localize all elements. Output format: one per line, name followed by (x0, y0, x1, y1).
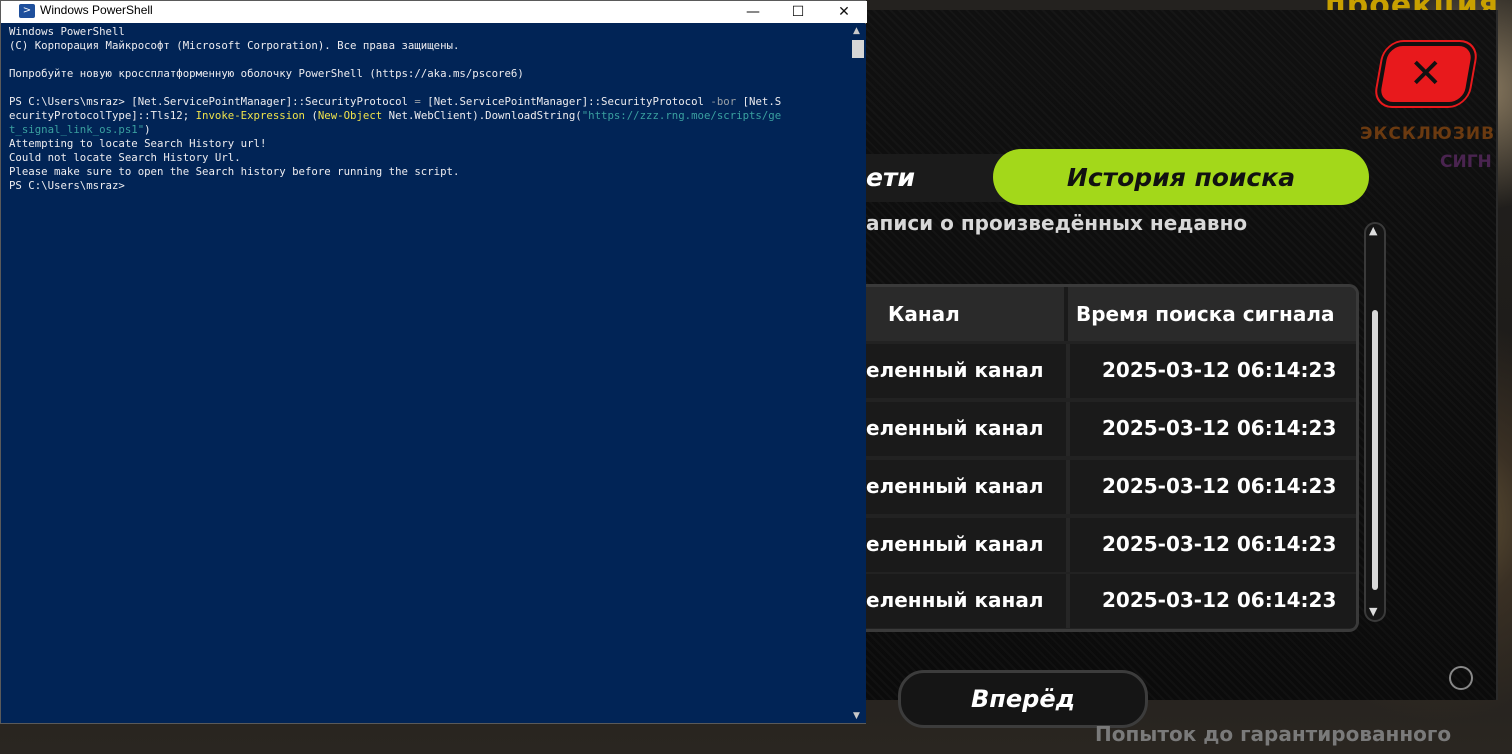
console-output[interactable]: Windows PowerShell (C) Корпорация Майкрос… (9, 25, 849, 721)
row-channel: еленный канал (866, 588, 1044, 612)
exclusive-label: ЭКСКЛЮЗИВ (1360, 124, 1496, 144)
console-text-segment: Invoke-Expression (195, 109, 312, 122)
table-row: еленный канал 2025-03-12 06:14:23 (866, 518, 1356, 572)
console-text-segment: t_signal_link_os.ps1" (9, 123, 145, 136)
console-text-segment: PS C:\Users\msraz> (9, 179, 125, 192)
close-window-button[interactable]: ✕ (821, 1, 867, 23)
scroll-up-icon[interactable]: ▲ (1369, 224, 1377, 237)
window-title: Windows PowerShell (40, 3, 153, 17)
console-text-segment: Attempting to locate Search History url! (9, 137, 267, 150)
table-header: Канал Время поиска сигнала (866, 287, 1356, 341)
console-text-segment: Could not locate Search History Url. (9, 151, 241, 164)
row-time: 2025-03-12 06:14:23 (1102, 532, 1337, 556)
signal-label: СИГН (1440, 152, 1492, 172)
minimize-icon: — (746, 4, 760, 20)
tab-search-history-label: История поиска (1066, 162, 1296, 192)
console-text-segment: Net.WebClient).DownloadString( (388, 109, 582, 122)
pity-counter-text: Попыток до гарантированного (1095, 722, 1452, 746)
table-row: еленный канал 2025-03-12 06:14:23 (866, 344, 1356, 398)
console-scrollbar[interactable]: ▲ ▼ (850, 24, 866, 723)
column-header-channel: Канал (888, 302, 960, 326)
close-icon: ✕ (838, 4, 850, 20)
forward-button-label: Вперёд (971, 685, 1075, 713)
console-line: PS C:\Users\msraz> (9, 179, 849, 193)
row-divider (1066, 460, 1070, 514)
history-table: Канал Время поиска сигнала еленный канал… (866, 284, 1359, 632)
console-text-segment: [Net.S (742, 95, 782, 108)
console-text-segment: PS C:\Users\msraz> (9, 95, 132, 108)
console-line: (C) Корпорация Майкрософт (Microsoft Cor… (9, 39, 849, 53)
tab-channels-label: ети (866, 163, 915, 192)
row-channel: еленный канал (866, 474, 1044, 498)
console-line: Please make sure to open the Search hist… (9, 165, 849, 179)
window-titlebar[interactable]: > Windows PowerShell — ☐ ✕ (1, 1, 867, 23)
powershell-icon: > (19, 4, 35, 18)
scroll-down-icon[interactable]: ▼ (1369, 605, 1377, 618)
history-scrollbar[interactable]: ▲ ▼ (1364, 222, 1386, 622)
circle-icon (1449, 666, 1473, 690)
row-channel: еленный канал (866, 358, 1044, 382)
console-line: Attempting to locate Search History url! (9, 137, 849, 151)
console-text-segment: -bor (710, 95, 743, 108)
console-text-segment: (C) Корпорация Майкрософт (Microsoft Cor… (9, 39, 460, 52)
row-channel: еленный канал (866, 532, 1044, 556)
console-line: Could not locate Search History Url. (9, 151, 849, 165)
column-header-time: Время поиска сигнала (1076, 302, 1335, 326)
console-text-segment: ) (144, 123, 151, 136)
scroll-down-arrow-icon[interactable]: ▼ (853, 711, 860, 721)
console-text-segment: Windows PowerShell (9, 25, 125, 38)
console-text-segment: Попробуйте новую кроссплатформенную обол… (9, 67, 524, 80)
table-row: еленный канал 2025-03-12 06:14:23 (866, 574, 1356, 628)
row-time: 2025-03-12 06:14:23 (1102, 474, 1337, 498)
table-row: еленный канал 2025-03-12 06:14:23 (866, 402, 1356, 456)
history-subtitle: аписи о произведённых недавно (866, 211, 1248, 235)
row-divider (1066, 574, 1070, 628)
console-text-segment: "https://zzz.rng.moe/scripts/ge (581, 109, 782, 122)
maximize-icon: ☐ (791, 4, 805, 20)
console-line: ecurityProtocolType]::Tls12; Invoke-Expr… (9, 109, 849, 123)
scrollbar-thumb[interactable] (1372, 310, 1378, 590)
table-row: еленный канал 2025-03-12 06:14:23 (866, 460, 1356, 514)
console-text-segment: [Net.ServicePointManager] (131, 95, 293, 108)
row-time: 2025-03-12 06:14:23 (1102, 416, 1337, 440)
console-text-segment: [Net.ServicePointManager]::SecurityProto… (427, 95, 711, 108)
console-text-segment: New-Object (317, 109, 389, 122)
console-line: Windows PowerShell (9, 25, 849, 39)
console-text-segment: ::SecurityProtocol (292, 95, 415, 108)
close-button[interactable]: ✕ (1374, 42, 1478, 106)
console-line: t_signal_link_os.ps1") (9, 123, 849, 137)
console-text-segment: Please make sure to open the Search hist… (9, 165, 460, 178)
minimize-button[interactable]: — (730, 1, 776, 23)
row-time: 2025-03-12 06:14:23 (1102, 588, 1337, 612)
console-text-segment: ecurityProtocolType]::Tls12; (9, 109, 196, 122)
console-line: PS C:\Users\msraz> [Net.ServicePointMana… (9, 95, 849, 109)
console-scrollbar-thumb[interactable] (852, 40, 864, 58)
scroll-up-arrow-icon[interactable]: ▲ (853, 26, 860, 36)
row-divider (1066, 344, 1070, 398)
console-text-segment: = (414, 95, 428, 108)
row-divider (1066, 518, 1070, 572)
tab-search-history[interactable]: История поиска (993, 149, 1369, 205)
header-divider (1064, 287, 1068, 341)
powershell-window[interactable]: > Windows PowerShell — ☐ ✕ Windows Power… (0, 0, 867, 724)
close-icon: ✕ (1409, 51, 1443, 97)
row-channel: еленный канал (866, 416, 1044, 440)
row-time: 2025-03-12 06:14:23 (1102, 358, 1337, 382)
row-divider (1066, 402, 1070, 456)
forward-button[interactable]: Вперёд (898, 670, 1148, 728)
console-line: Попробуйте новую кроссплатформенную обол… (9, 67, 849, 81)
maximize-button[interactable]: ☐ (775, 1, 821, 23)
